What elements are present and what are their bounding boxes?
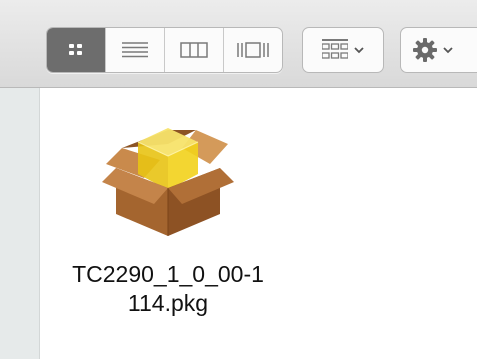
action-button[interactable] bbox=[400, 27, 477, 73]
icon-view-button[interactable] bbox=[47, 28, 105, 72]
arrange-button[interactable] bbox=[302, 27, 384, 73]
chevron-down-icon bbox=[354, 46, 364, 53]
column-view-button[interactable] bbox=[164, 28, 223, 72]
group-arrange-icon bbox=[322, 39, 348, 59]
columns-icon bbox=[180, 42, 208, 58]
cover-flow-icon bbox=[237, 42, 269, 58]
sidebar-edge bbox=[0, 88, 40, 359]
list-view-button[interactable] bbox=[105, 28, 164, 72]
gear-icon bbox=[413, 38, 437, 62]
file-name-line-1: TC2290_1_0_00-1 bbox=[72, 261, 264, 287]
finder-toolbar bbox=[0, 0, 477, 88]
package-box-icon bbox=[102, 128, 234, 236]
cover-flow-view-button[interactable] bbox=[223, 28, 282, 72]
view-mode-segmented-control bbox=[46, 27, 283, 73]
list-lines-icon bbox=[122, 42, 148, 58]
file-name-line-2: 114.pkg bbox=[127, 290, 209, 316]
chevron-down-icon bbox=[443, 46, 453, 53]
file-item[interactable]: TC2290_1_0_00-1 114.pkg bbox=[48, 108, 288, 328]
file-name-label: TC2290_1_0_00-1 114.pkg bbox=[48, 260, 288, 318]
icon-grid-icon bbox=[69, 44, 82, 55]
